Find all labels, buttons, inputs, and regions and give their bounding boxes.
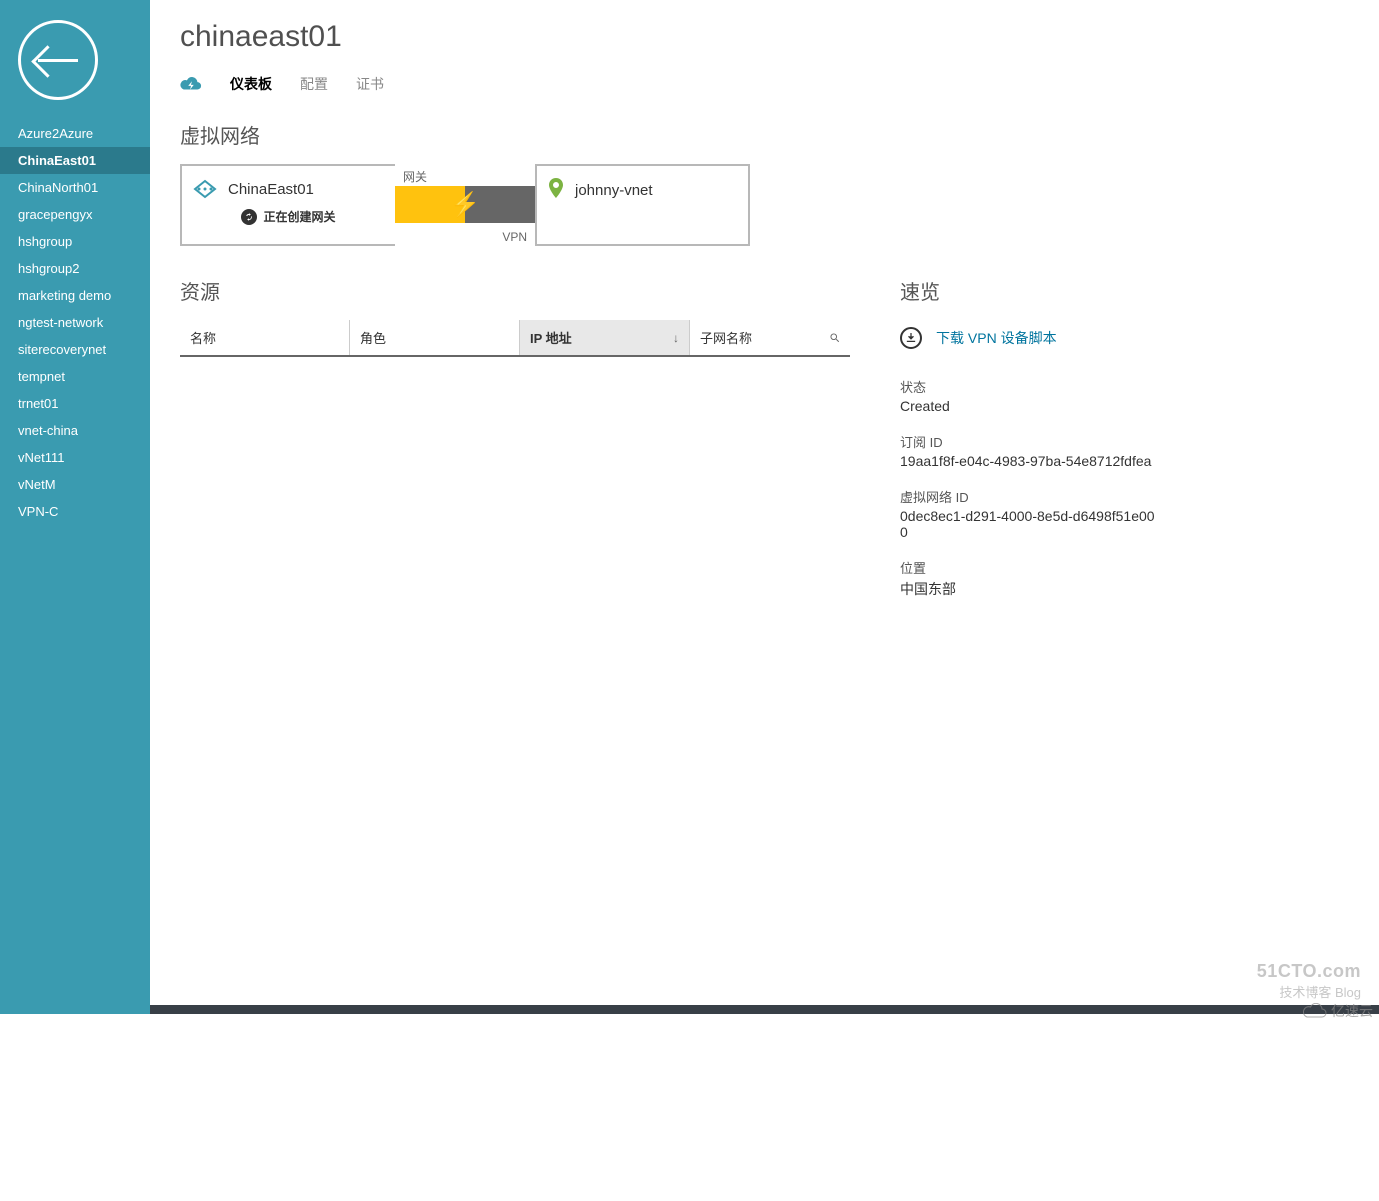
tabs: 仪表板 配置 证书 xyxy=(180,74,1349,94)
subscription-block: 订阅 ID 19aa1f8f-e04c-4983-97ba-54e8712fdf… xyxy=(900,432,1160,469)
vnet-id-label: 虚拟网络 ID xyxy=(900,487,1160,506)
column-subnet[interactable]: 子网名称 xyxy=(690,320,820,355)
sidebar-item-marketingdemo[interactable]: marketing demo xyxy=(0,282,150,309)
sidebar-item-trnet01[interactable]: trnet01 xyxy=(0,390,150,417)
sidebar-item-vnetm[interactable]: vNetM xyxy=(0,471,150,498)
sort-down-icon: ↓ xyxy=(673,331,679,345)
sidebar-item-chinaeast01[interactable]: ChinaEast01 xyxy=(0,147,150,174)
sidebar-item-hshgroup[interactable]: hshgroup xyxy=(0,228,150,255)
bolt-icon: ⚡ xyxy=(450,190,480,219)
bottom-bar xyxy=(150,1005,1379,1014)
download-vpn-script-link[interactable]: 下载 VPN 设备脚本 xyxy=(936,328,1057,348)
search-icon xyxy=(830,331,840,345)
back-button[interactable] xyxy=(18,20,98,100)
sidebar-item-azure2azure[interactable]: Azure2Azure xyxy=(0,120,150,147)
status-label: 状态 xyxy=(900,377,1160,396)
download-script-row[interactable]: 下载 VPN 设备脚本 xyxy=(900,327,1160,349)
page-title: chinaeast01 xyxy=(180,20,1349,54)
vpn-label: VPN xyxy=(502,230,527,244)
location-block: 位置 中国东部 xyxy=(900,558,1160,599)
location-marker-icon xyxy=(547,178,565,202)
gateway-label: 网关 xyxy=(395,164,535,185)
status-block: 状态 Created xyxy=(900,377,1160,414)
quickstart-icon[interactable] xyxy=(180,76,202,92)
column-role[interactable]: 角色 xyxy=(350,320,520,355)
quick-glance-panel: 速览 下载 VPN 设备脚本 状态 Created 订阅 ID 19aa1f8f… xyxy=(900,276,1160,617)
vnet-id-block: 虚拟网络 ID 0dec8ec1-d291-4000-8e5d-d6498f51… xyxy=(900,487,1160,540)
resources-table-header: 名称 角色 IP 地址 ↓ 子网名称 xyxy=(180,320,850,357)
back-arrow-icon xyxy=(38,59,78,62)
location-value: 中国东部 xyxy=(900,579,1160,599)
column-search[interactable] xyxy=(820,320,850,355)
tab-certificates[interactable]: 证书 xyxy=(356,74,384,94)
network-nav-list: Azure2Azure ChinaEast01 ChinaNorth01 gra… xyxy=(0,120,150,525)
sidebar-item-gracepengyx[interactable]: gracepengyx xyxy=(0,201,150,228)
sidebar-item-vnetchina[interactable]: vnet-china xyxy=(0,417,150,444)
vnet-diagram: ChinaEast01 正在创建网关 网关 ⚡ VPN johnny-vnet xyxy=(180,164,1349,246)
vnet-section-title: 虚拟网络 xyxy=(180,120,1349,149)
vnet-local-box[interactable]: ChinaEast01 正在创建网关 xyxy=(180,164,395,246)
tab-dashboard[interactable]: 仪表板 xyxy=(230,74,272,94)
vnet-local-name: ChinaEast01 xyxy=(228,181,314,198)
sidebar: Azure2Azure ChinaEast01 ChinaNorth01 gra… xyxy=(0,0,150,1014)
vnet-icon xyxy=(192,178,218,200)
vpn-bar: ⚡ xyxy=(395,186,535,223)
sidebar-item-ngtestnetwork[interactable]: ngtest-network xyxy=(0,309,150,336)
download-icon xyxy=(900,327,922,349)
sidebar-item-chinanorth01[interactable]: ChinaNorth01 xyxy=(0,174,150,201)
resources-title: 资源 xyxy=(180,276,850,305)
sidebar-item-hshgroup2[interactable]: hshgroup2 xyxy=(0,255,150,282)
vnet-remote-box[interactable]: johnny-vnet xyxy=(535,164,750,246)
column-ip-label: IP 地址 xyxy=(530,331,572,346)
resources-section: 资源 名称 角色 IP 地址 ↓ 子网名称 xyxy=(180,276,850,617)
main-content: chinaeast01 仪表板 配置 证书 虚拟网络 ChinaEast01 正… xyxy=(150,0,1379,1014)
sidebar-item-siterecoverynet[interactable]: siterecoverynet xyxy=(0,336,150,363)
subscription-label: 订阅 ID xyxy=(900,432,1160,451)
vnet-id-value: 0dec8ec1-d291-4000-8e5d-d6498f51e000 xyxy=(900,508,1160,540)
column-name[interactable]: 名称 xyxy=(180,320,350,355)
gateway-connector: 网关 ⚡ VPN xyxy=(395,164,535,246)
sync-icon xyxy=(241,209,257,225)
vnet-remote-name: johnny-vnet xyxy=(575,182,653,199)
sidebar-item-vnet111[interactable]: vNet111 xyxy=(0,444,150,471)
tab-configure[interactable]: 配置 xyxy=(300,74,328,94)
sidebar-item-vpnc[interactable]: VPN-C xyxy=(0,498,150,525)
sidebar-item-tempnet[interactable]: tempnet xyxy=(0,363,150,390)
vnet-status-text: 正在创建网关 xyxy=(263,208,335,225)
subscription-value: 19aa1f8f-e04c-4983-97ba-54e8712fdfea xyxy=(900,453,1160,469)
status-value: Created xyxy=(900,398,1160,414)
column-ip[interactable]: IP 地址 ↓ xyxy=(520,320,690,355)
quick-glance-title: 速览 xyxy=(900,276,1160,305)
location-label: 位置 xyxy=(900,558,1160,577)
